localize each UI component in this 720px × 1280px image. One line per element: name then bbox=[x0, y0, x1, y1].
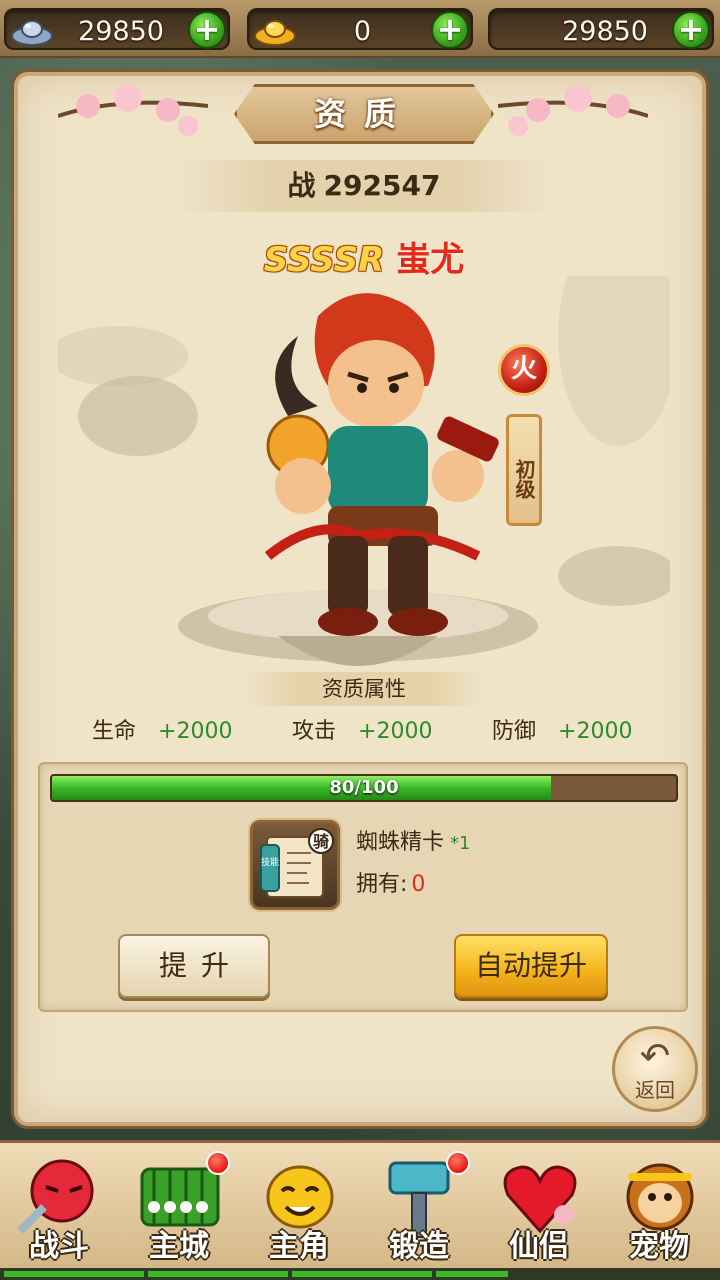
aptitude-panel: 资质 战 292547 SSSSR 蚩尤 火 初级 资质属性 生命 +2000 … bbox=[14, 72, 706, 1126]
currency-bar: 29850 + 0 + 29850 + bbox=[0, 0, 720, 58]
bottom-status-strip bbox=[0, 1268, 720, 1280]
attribute-value: +2000 bbox=[358, 719, 433, 744]
add-third-currency-button[interactable]: + bbox=[672, 11, 710, 49]
nav-city[interactable]: 主城 bbox=[122, 1151, 236, 1275]
hero-illustration bbox=[58, 276, 670, 666]
nav-companion[interactable]: 仙侣 bbox=[482, 1151, 596, 1275]
upgrade-button[interactable]: 提升 bbox=[118, 934, 270, 998]
silver-value: 29850 bbox=[78, 16, 164, 47]
progress-text: 80/100 bbox=[329, 777, 399, 798]
nav-forge[interactable]: 锻造 bbox=[362, 1151, 476, 1275]
skill-scroll-icon: 技能 骑 bbox=[260, 828, 334, 898]
blossom-decoration-icon bbox=[498, 84, 648, 136]
progress-bar: 80/100 bbox=[50, 774, 678, 802]
nav-hero[interactable]: 主角 bbox=[242, 1151, 356, 1275]
gold-currency: 0 + bbox=[247, 8, 473, 50]
third-value: 29850 bbox=[562, 16, 648, 47]
attribute-attack: 攻击 +2000 bbox=[292, 716, 432, 748]
scroll-text: 技能 bbox=[261, 856, 279, 868]
add-gold-button[interactable]: + bbox=[431, 11, 469, 49]
notification-dot bbox=[446, 1151, 470, 1175]
own-label: 拥有: bbox=[356, 872, 408, 897]
strip-segment bbox=[436, 1271, 508, 1277]
attribute-defense: 防御 +2000 bbox=[492, 716, 632, 748]
silver-ingot-icon bbox=[11, 20, 53, 46]
bottom-nav: 战斗 主城 主角 锻造 仙侣 宠物 bbox=[0, 1140, 720, 1280]
grade-tag: 初级 bbox=[506, 414, 542, 526]
nav-label: 战斗 bbox=[29, 1229, 89, 1264]
spider-card-item[interactable]: 技能 骑 bbox=[250, 820, 340, 910]
attribute-label: 防御 bbox=[492, 719, 537, 744]
silver-currency: 29850 + bbox=[4, 8, 230, 50]
nav-label: 仙侣 bbox=[509, 1229, 569, 1264]
notification-dot bbox=[206, 1151, 230, 1175]
strip-segment bbox=[148, 1271, 288, 1277]
hero-name: 蚩尤 bbox=[396, 240, 465, 280]
nav-label: 主角 bbox=[269, 1229, 329, 1264]
attribute-label: 攻击 bbox=[292, 719, 337, 744]
attribute-value: +2000 bbox=[558, 719, 633, 744]
back-button[interactable]: ↶ 返回 bbox=[612, 1026, 698, 1112]
back-arrow-icon: ↶ bbox=[639, 1036, 671, 1077]
item-name: 蜘蛛精卡 *1 bbox=[356, 824, 470, 856]
third-currency: 29850 + bbox=[488, 8, 714, 50]
nav-label: 主城 bbox=[149, 1229, 209, 1264]
hero-title: SSSSR 蚩尤 bbox=[18, 232, 710, 281]
attributes-title: 资质属性 bbox=[248, 672, 480, 706]
item-badge: 骑 bbox=[313, 832, 329, 851]
hero-rank: SSSSR bbox=[263, 240, 385, 280]
attribute-value: +2000 bbox=[158, 719, 233, 744]
fire-element-badge: 火 bbox=[498, 344, 550, 396]
panel-title: 资质 bbox=[313, 95, 414, 133]
nav-label: 宠物 bbox=[629, 1229, 689, 1264]
gold-ingot-icon bbox=[254, 20, 296, 46]
gold-value: 0 bbox=[353, 16, 371, 47]
upgrade-box: 80/100 技能 骑 蜘蛛精卡 *1 拥有: 0 提升 自动提升 bbox=[38, 762, 688, 1012]
auto-upgrade-button[interactable]: 自动提升 bbox=[454, 934, 608, 998]
back-label: 返回 bbox=[635, 1078, 675, 1102]
item-name-text: 蜘蛛精卡 bbox=[356, 830, 445, 855]
attribute-label: 生命 bbox=[92, 719, 137, 744]
nav-label: 锻造 bbox=[389, 1229, 449, 1264]
power-label: 战 bbox=[287, 169, 316, 202]
power-value: 292547 bbox=[323, 169, 441, 202]
combat-power: 战 292547 bbox=[178, 160, 550, 212]
strip-segment bbox=[292, 1271, 432, 1277]
attribute-hp: 生命 +2000 bbox=[92, 716, 232, 748]
nav-battle[interactable]: 战斗 bbox=[2, 1151, 116, 1275]
item-owned: 拥有: 0 bbox=[356, 866, 425, 898]
own-value: 0 bbox=[411, 872, 426, 897]
strip-segment bbox=[4, 1271, 144, 1277]
item-count: *1 bbox=[450, 833, 471, 854]
nav-pet[interactable]: 宠物 bbox=[602, 1151, 716, 1275]
blossom-decoration-icon bbox=[58, 84, 208, 136]
add-silver-button[interactable]: + bbox=[188, 11, 226, 49]
